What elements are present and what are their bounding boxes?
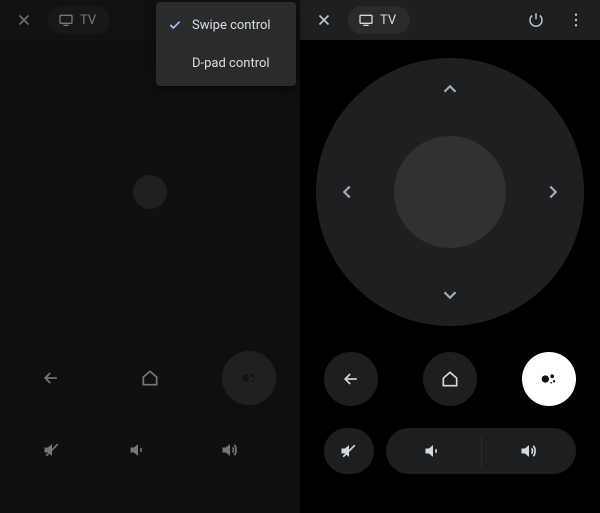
volume-up-button[interactable]: [482, 428, 577, 474]
volume-pill: [386, 428, 576, 474]
close-icon: [15, 11, 33, 29]
volume-up-button[interactable]: [184, 427, 276, 473]
assistant-button[interactable]: [222, 351, 276, 405]
mute-icon: [339, 441, 359, 461]
device-chip[interactable]: TV: [348, 6, 410, 34]
dpad-right-button[interactable]: [542, 181, 564, 203]
screen-swipe-mode: TV: [0, 0, 300, 513]
volume-down-icon: [128, 440, 148, 460]
screen-dpad-mode: TV: [300, 0, 600, 513]
back-arrow-icon: [41, 368, 61, 388]
device-label: TV: [380, 13, 396, 28]
back-button[interactable]: [324, 352, 378, 406]
volume-down-icon: [423, 441, 443, 461]
volume-down-button[interactable]: [92, 427, 184, 473]
close-button[interactable]: [308, 4, 340, 36]
device-chip[interactable]: TV: [48, 6, 110, 34]
swipe-touchpad[interactable]: [18, 70, 282, 325]
home-button[interactable]: [423, 352, 477, 406]
back-button[interactable]: [24, 351, 78, 405]
dpad-ring: [316, 58, 584, 326]
mute-button[interactable]: [324, 428, 374, 474]
home-icon: [440, 369, 460, 389]
mute-button[interactable]: [24, 427, 80, 473]
dpad-left-button[interactable]: [336, 181, 358, 203]
menu-item-dpad[interactable]: D-pad control: [156, 44, 296, 82]
power-button[interactable]: [520, 4, 552, 36]
swipe-area-wrap: [0, 70, 300, 325]
topbar-right: TV: [300, 0, 600, 40]
dpad-up-button[interactable]: [439, 78, 461, 100]
chevron-right-icon: [542, 181, 564, 203]
menu-item-label: D-pad control: [192, 56, 270, 71]
close-button[interactable]: [8, 4, 40, 36]
volume-pill: [92, 427, 276, 473]
menu-item-swipe[interactable]: Swipe control: [156, 6, 296, 44]
dpad-down-button[interactable]: [439, 284, 461, 306]
chevron-up-icon: [439, 78, 461, 100]
back-arrow-icon: [341, 369, 361, 389]
assistant-icon: [538, 368, 560, 390]
power-icon: [527, 11, 545, 29]
device-label: TV: [80, 13, 96, 28]
assistant-button[interactable]: [522, 352, 576, 406]
volume-up-icon: [220, 440, 240, 460]
chevron-left-icon: [336, 181, 358, 203]
assistant-icon: [238, 367, 260, 389]
swipe-center-dot: [133, 175, 167, 209]
action-row-right: [300, 352, 600, 406]
volume-row-left: [0, 427, 300, 473]
action-row-left: [0, 351, 300, 405]
home-icon: [140, 368, 160, 388]
tv-icon: [358, 12, 374, 28]
dpad: [316, 58, 584, 326]
volume-up-icon: [519, 441, 539, 461]
volume-row-right: [300, 428, 600, 474]
volume-down-button[interactable]: [386, 428, 481, 474]
menu-item-label: Swipe control: [192, 18, 271, 33]
dpad-select-button[interactable]: [394, 136, 506, 248]
mute-icon: [42, 440, 62, 460]
close-icon: [315, 11, 333, 29]
more-vert-icon: [567, 11, 585, 29]
tv-icon: [58, 12, 74, 28]
check-icon: [166, 17, 184, 33]
chevron-down-icon: [439, 284, 461, 306]
control-mode-menu: Swipe control D-pad control: [156, 2, 296, 86]
home-button[interactable]: [123, 351, 177, 405]
more-button[interactable]: [560, 4, 592, 36]
